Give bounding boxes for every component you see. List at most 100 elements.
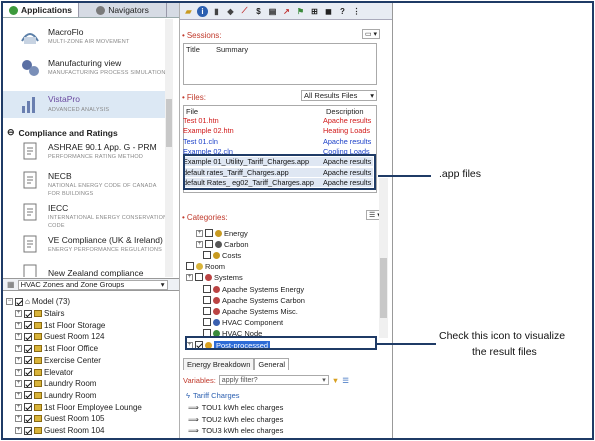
expand-icon[interactable]: + [15, 380, 22, 388]
room-item[interactable]: + Exercise Center [15, 355, 101, 366]
help-icon[interactable]: ? [337, 6, 348, 17]
category-item[interactable]: Apache Systems Misc. [203, 306, 298, 316]
file-row[interactable]: Example 02.htn Heating Loads [183, 126, 373, 135]
folder-icon[interactable]: ▰ [183, 6, 194, 17]
checkbox[interactable] [24, 414, 32, 423]
checkbox[interactable] [205, 229, 213, 237]
app-vistapro[interactable]: VistaPro ADVANCED ANALYSIS [3, 91, 173, 118]
room-item[interactable]: + Guest Room 104 [15, 425, 104, 436]
tab-navigators[interactable]: Navigators [79, 3, 168, 17]
expand-icon[interactable]: + [15, 321, 22, 329]
expand-icon[interactable]: + [186, 273, 193, 281]
checkbox[interactable] [195, 273, 203, 281]
room-item[interactable]: + Stairs [15, 308, 64, 319]
applications-scrollbar[interactable] [165, 19, 173, 277]
variable-item[interactable]: ⟹ TOU1 kWh elec charges [188, 402, 283, 413]
tab-general[interactable]: General [254, 358, 290, 370]
flag-icon[interactable]: ⚑ [295, 6, 306, 17]
tree-root[interactable]: − ⌂ Model (73) [6, 296, 70, 307]
variable-item[interactable]: ⟹ TOU3 kWh elec charges [188, 425, 283, 436]
app-ashrae[interactable]: ASHRAE 90.1 App. G - PRM PERFORMANCE RAT… [3, 140, 173, 166]
tab-energy-breakdown[interactable]: Energy Breakdown [183, 358, 255, 370]
trend-icon[interactable]: ↗ [281, 6, 292, 17]
checkbox[interactable] [24, 309, 32, 318]
room-item[interactable]: + Laundry Room [15, 390, 96, 401]
expand-icon[interactable]: + [15, 427, 22, 434]
files-filter-select[interactable]: All Results Files ▾ [301, 90, 377, 101]
variable-item[interactable]: ⟹ TOU2 kWh elec charges [188, 414, 283, 425]
expand-icon[interactable]: + [15, 415, 22, 423]
room-item[interactable]: +1st Floor Employee Lounge [15, 402, 142, 413]
tab-applications[interactable]: Applications [3, 3, 80, 17]
category-item[interactable]: + Carbon [196, 239, 249, 249]
file-row[interactable]: Test 01.cln Apache results [183, 137, 373, 146]
cube-icon[interactable]: ◆ [225, 6, 236, 17]
list-options-icon[interactable]: ☰ [342, 376, 349, 385]
room-item[interactable]: + Laundry Room [15, 378, 96, 389]
scroll-thumb[interactable] [380, 258, 387, 318]
expand-icon[interactable]: + [15, 439, 22, 440]
checkbox[interactable] [24, 403, 32, 412]
filter-icon[interactable]: ▼ [332, 376, 339, 385]
variables-filter-input[interactable]: apply filter? ▾ [218, 375, 329, 385]
room-item[interactable]: + Guest Room 124 [15, 331, 104, 342]
checkbox[interactable] [203, 285, 211, 293]
checkbox[interactable] [24, 438, 32, 440]
app-macroflo[interactable]: MacroFlo MULTI-ZONE AIR MOVEMENT [3, 25, 173, 49]
collapse-icon[interactable]: • [182, 213, 185, 222]
collapse-icon[interactable]: − [6, 298, 13, 305]
scroll-thumb[interactable] [166, 99, 172, 147]
checkbox[interactable] [24, 356, 32, 365]
checkbox[interactable] [24, 332, 32, 341]
graph-icon[interactable]: ⟋ [239, 6, 250, 17]
category-item[interactable]: + Energy [196, 228, 248, 238]
map-icon[interactable]: ⊞ [309, 6, 320, 17]
room-item[interactable]: + Stairs [15, 437, 64, 440]
variable-group[interactable]: ϟ Tariff Charges [186, 390, 240, 401]
compliance-section-header[interactable]: ⊖ Compliance and Ratings [7, 127, 118, 138]
app-necb[interactable]: NECB NATIONAL ENERGY CODE OF CANADA FOR … [3, 169, 173, 199]
checkbox[interactable] [24, 391, 32, 400]
checkbox[interactable] [24, 379, 32, 388]
checkbox[interactable] [205, 240, 213, 248]
room-item[interactable]: + Guest Room 105 [15, 413, 104, 424]
expand-icon[interactable]: + [15, 310, 22, 317]
expand-icon[interactable]: + [15, 345, 22, 353]
checkbox[interactable] [24, 321, 32, 330]
room-item[interactable]: +1st Floor Office [15, 343, 98, 354]
category-item[interactable]: Costs [203, 250, 241, 260]
info-icon[interactable]: i [197, 5, 208, 17]
sessions-options[interactable]: ▭ ▾ [362, 29, 381, 39]
room-item[interactable]: + Elevator [15, 367, 73, 378]
app-manufacturing-view[interactable]: Manufacturing view MANUFACTURING PROCESS… [3, 55, 173, 89]
category-item[interactable]: + Systems [186, 272, 243, 282]
checkbox[interactable] [24, 344, 32, 353]
room-item[interactable]: +1st Floor Storage [15, 320, 105, 331]
collapse-icon[interactable]: • [182, 31, 185, 40]
dollar-icon[interactable]: $ [253, 6, 264, 17]
save-icon[interactable]: ◼ [323, 6, 334, 17]
table-icon[interactable]: ▤ [267, 6, 278, 17]
expand-icon[interactable]: + [196, 229, 203, 237]
checkbox[interactable] [203, 296, 211, 304]
checkbox[interactable] [15, 297, 23, 306]
expand-icon[interactable]: + [196, 240, 203, 248]
app-iecc[interactable]: IECC INTERNATIONAL ENERGY CONSERVATION C… [3, 201, 173, 231]
expand-icon[interactable]: + [15, 356, 22, 364]
categories-scrollbar[interactable] [379, 178, 388, 338]
file-row[interactable]: Test 01.htn Apache results [183, 116, 373, 125]
checkbox[interactable] [203, 251, 211, 259]
category-item[interactable]: Apache Systems Carbon [203, 295, 305, 305]
checkbox[interactable] [186, 262, 194, 270]
more-icon[interactable]: ⋮ [351, 6, 362, 17]
category-item[interactable]: Apache Systems Energy [203, 284, 304, 294]
checkbox[interactable] [24, 426, 32, 435]
checkbox[interactable] [24, 368, 32, 376]
app-ve-compliance[interactable]: VE Compliance (UK & Ireland) ENERGY PERF… [3, 233, 173, 259]
chart-icon[interactable]: ▮ [211, 6, 222, 17]
expand-icon[interactable]: + [15, 403, 22, 411]
checkbox[interactable] [203, 307, 211, 315]
expand-icon[interactable]: + [15, 333, 22, 341]
app-new-zealand[interactable]: New Zealand compliance [3, 262, 173, 277]
category-item[interactable]: HVAC Component [203, 317, 283, 327]
